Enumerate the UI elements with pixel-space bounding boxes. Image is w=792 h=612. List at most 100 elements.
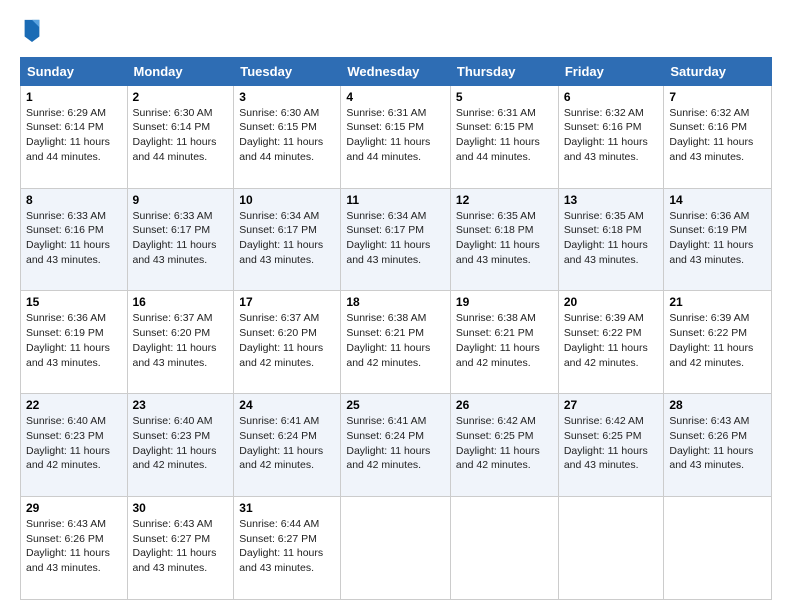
calendar-day-cell: 3Sunrise: 6:30 AMSunset: 6:15 PMDaylight… — [234, 85, 341, 188]
day-number: 16 — [133, 295, 229, 309]
day-number: 20 — [564, 295, 659, 309]
day-number: 31 — [239, 501, 335, 515]
day-info: Sunrise: 6:33 AMSunset: 6:17 PMDaylight:… — [133, 210, 217, 266]
calendar-day-cell: 6Sunrise: 6:32 AMSunset: 6:16 PMDaylight… — [558, 85, 664, 188]
day-number: 29 — [26, 501, 122, 515]
calendar-day-cell: 20 Sunrise: 6:39 AMSunset: 6:22 PMDayligh… — [558, 291, 664, 394]
day-number: 11 — [346, 193, 445, 207]
day-number: 12 — [456, 193, 553, 207]
calendar-day-cell: 4 Sunrise: 6:31 AMSunset: 6:15 PMDaylight… — [341, 85, 451, 188]
calendar-day-cell: 17 Sunrise: 6:37 AMSunset: 6:20 PMDayligh… — [234, 291, 341, 394]
weekday-header: Saturday — [664, 57, 772, 85]
calendar-day-cell: 18 Sunrise: 6:38 AMSunset: 6:21 PMDayligh… — [341, 291, 451, 394]
day-info: Sunrise: 6:41 AMSunset: 6:24 PMDaylight:… — [239, 415, 323, 471]
day-number: 4 — [346, 90, 445, 104]
day-number: 21 — [669, 295, 766, 309]
day-info: Sunrise: 6:31 AMSunset: 6:15 PMDaylight:… — [456, 107, 540, 163]
day-info: Sunrise: 6:32 AMSunset: 6:16 PMDaylight:… — [669, 107, 753, 163]
day-info: Sunrise: 6:29 AMSunset: 6:14 PMDaylight:… — [26, 107, 110, 163]
calendar-day-cell: 5 Sunrise: 6:31 AMSunset: 6:15 PMDaylight… — [450, 85, 558, 188]
day-info: Sunrise: 6:38 AMSunset: 6:21 PMDaylight:… — [346, 312, 430, 368]
day-info: Sunrise: 6:44 AMSunset: 6:27 PMDaylight:… — [239, 518, 323, 574]
day-number: 5 — [456, 90, 553, 104]
day-number: 13 — [564, 193, 659, 207]
calendar-day-cell: 15 Sunrise: 6:36 AMSunset: 6:19 PMDayligh… — [21, 291, 128, 394]
weekday-header: Sunday — [21, 57, 128, 85]
day-info: Sunrise: 6:30 AMSunset: 6:14 PMDaylight:… — [133, 107, 217, 163]
weekday-header: Thursday — [450, 57, 558, 85]
calendar-day-cell — [341, 497, 451, 600]
day-number: 15 — [26, 295, 122, 309]
day-number: 19 — [456, 295, 553, 309]
day-number: 18 — [346, 295, 445, 309]
calendar-week-row: 15 Sunrise: 6:36 AMSunset: 6:19 PMDayligh… — [21, 291, 772, 394]
calendar-day-cell: 22Sunrise: 6:40 AMSunset: 6:23 PMDayligh… — [21, 394, 128, 497]
calendar-day-cell: 16 Sunrise: 6:37 AMSunset: 6:20 PMDayligh… — [127, 291, 234, 394]
calendar-day-cell: 28 Sunrise: 6:43 AMSunset: 6:26 PMDayligh… — [664, 394, 772, 497]
day-number: 30 — [133, 501, 229, 515]
calendar-day-cell — [450, 497, 558, 600]
day-info: Sunrise: 6:42 AMSunset: 6:25 PMDaylight:… — [564, 415, 648, 471]
day-info: Sunrise: 6:36 AMSunset: 6:19 PMDaylight:… — [669, 210, 753, 266]
day-info: Sunrise: 6:34 AMSunset: 6:17 PMDaylight:… — [239, 210, 323, 266]
calendar-header-row: SundayMondayTuesdayWednesdayThursdayFrid… — [21, 57, 772, 85]
calendar-day-cell: 26 Sunrise: 6:42 AMSunset: 6:25 PMDayligh… — [450, 394, 558, 497]
calendar-day-cell: 11Sunrise: 6:34 AMSunset: 6:17 PMDayligh… — [341, 188, 451, 291]
page-header — [20, 18, 772, 47]
calendar-day-cell — [664, 497, 772, 600]
day-info: Sunrise: 6:35 AMSunset: 6:18 PMDaylight:… — [456, 210, 540, 266]
weekday-header: Monday — [127, 57, 234, 85]
day-number: 1 — [26, 90, 122, 104]
day-info: Sunrise: 6:42 AMSunset: 6:25 PMDaylight:… — [456, 415, 540, 471]
day-number: 7 — [669, 90, 766, 104]
day-info: Sunrise: 6:40 AMSunset: 6:23 PMDaylight:… — [26, 415, 110, 471]
calendar-week-row: 29 Sunrise: 6:43 AMSunset: 6:26 PMDayligh… — [21, 497, 772, 600]
calendar-day-cell: 30Sunrise: 6:43 AMSunset: 6:27 PMDayligh… — [127, 497, 234, 600]
day-number: 17 — [239, 295, 335, 309]
calendar-day-cell: 27 Sunrise: 6:42 AMSunset: 6:25 PMDayligh… — [558, 394, 664, 497]
day-info: Sunrise: 6:37 AMSunset: 6:20 PMDaylight:… — [133, 312, 217, 368]
calendar-day-cell: 8Sunrise: 6:33 AMSunset: 6:16 PMDaylight… — [21, 188, 128, 291]
day-number: 2 — [133, 90, 229, 104]
calendar-day-cell: 1 Sunrise: 6:29 AMSunset: 6:14 PMDaylight… — [21, 85, 128, 188]
day-number: 14 — [669, 193, 766, 207]
weekday-header: Tuesday — [234, 57, 341, 85]
calendar-week-row: 22Sunrise: 6:40 AMSunset: 6:23 PMDayligh… — [21, 394, 772, 497]
day-info: Sunrise: 6:32 AMSunset: 6:16 PMDaylight:… — [564, 107, 648, 163]
day-info: Sunrise: 6:39 AMSunset: 6:22 PMDaylight:… — [669, 312, 753, 368]
day-number: 9 — [133, 193, 229, 207]
day-number: 3 — [239, 90, 335, 104]
calendar-day-cell: 7 Sunrise: 6:32 AMSunset: 6:16 PMDaylight… — [664, 85, 772, 188]
calendar-day-cell: 9 Sunrise: 6:33 AMSunset: 6:17 PMDaylight… — [127, 188, 234, 291]
calendar-page: SundayMondayTuesdayWednesdayThursdayFrid… — [0, 0, 792, 612]
calendar-day-cell: 31 Sunrise: 6:44 AMSunset: 6:27 PMDayligh… — [234, 497, 341, 600]
day-info: Sunrise: 6:33 AMSunset: 6:16 PMDaylight:… — [26, 210, 110, 266]
calendar-day-cell: 13 Sunrise: 6:35 AMSunset: 6:18 PMDayligh… — [558, 188, 664, 291]
logo — [20, 18, 40, 47]
day-number: 25 — [346, 398, 445, 412]
calendar-day-cell: 24Sunrise: 6:41 AMSunset: 6:24 PMDayligh… — [234, 394, 341, 497]
day-info: Sunrise: 6:36 AMSunset: 6:19 PMDaylight:… — [26, 312, 110, 368]
day-info: Sunrise: 6:43 AMSunset: 6:26 PMDaylight:… — [26, 518, 110, 574]
calendar-day-cell: 14 Sunrise: 6:36 AMSunset: 6:19 PMDayligh… — [664, 188, 772, 291]
day-info: Sunrise: 6:31 AMSunset: 6:15 PMDaylight:… — [346, 107, 430, 163]
day-info: Sunrise: 6:39 AMSunset: 6:22 PMDaylight:… — [564, 312, 648, 368]
calendar-day-cell: 19 Sunrise: 6:38 AMSunset: 6:21 PMDayligh… — [450, 291, 558, 394]
calendar-day-cell: 2 Sunrise: 6:30 AMSunset: 6:14 PMDaylight… — [127, 85, 234, 188]
calendar-day-cell: 23Sunrise: 6:40 AMSunset: 6:23 PMDayligh… — [127, 394, 234, 497]
day-info: Sunrise: 6:35 AMSunset: 6:18 PMDaylight:… — [564, 210, 648, 266]
calendar-day-cell: 29 Sunrise: 6:43 AMSunset: 6:26 PMDayligh… — [21, 497, 128, 600]
weekday-header: Wednesday — [341, 57, 451, 85]
day-number: 28 — [669, 398, 766, 412]
day-info: Sunrise: 6:37 AMSunset: 6:20 PMDaylight:… — [239, 312, 323, 368]
day-info: Sunrise: 6:40 AMSunset: 6:23 PMDaylight:… — [133, 415, 217, 471]
calendar-week-row: 8Sunrise: 6:33 AMSunset: 6:16 PMDaylight… — [21, 188, 772, 291]
day-info: Sunrise: 6:38 AMSunset: 6:21 PMDaylight:… — [456, 312, 540, 368]
calendar-day-cell: 12 Sunrise: 6:35 AMSunset: 6:18 PMDayligh… — [450, 188, 558, 291]
day-info: Sunrise: 6:41 AMSunset: 6:24 PMDaylight:… — [346, 415, 430, 471]
day-info: Sunrise: 6:43 AMSunset: 6:26 PMDaylight:… — [669, 415, 753, 471]
calendar-day-cell: 25 Sunrise: 6:41 AMSunset: 6:24 PMDayligh… — [341, 394, 451, 497]
weekday-header: Friday — [558, 57, 664, 85]
day-number: 26 — [456, 398, 553, 412]
day-number: 27 — [564, 398, 659, 412]
